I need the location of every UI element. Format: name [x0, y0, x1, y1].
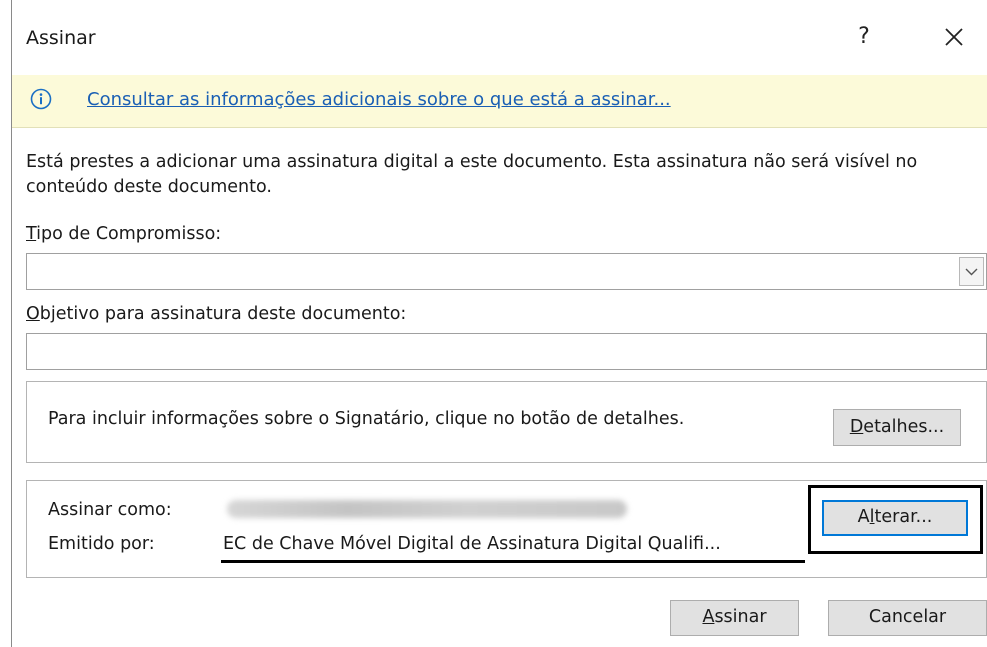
intro-text: Está prestes a adicionar uma assinatura … — [26, 152, 918, 197]
commitment-type-select[interactable] — [26, 253, 987, 290]
close-icon — [945, 28, 963, 46]
chevron-down-icon — [965, 268, 978, 276]
sign-as-label: Assinar como: — [48, 500, 172, 520]
issued-by-value: EC de Chave Móvel Digital de Assinatura … — [223, 534, 721, 554]
info-icon — [30, 88, 52, 110]
info-bar: Consultar as informações adicionais sobr… — [12, 75, 987, 128]
close-button[interactable] — [934, 17, 974, 57]
change-label-pre: A — [857, 507, 870, 527]
commitment-type-label-text: ipo de Compromisso: — [36, 224, 222, 244]
sign-button[interactable]: Assinar — [670, 600, 799, 636]
commitment-type-accel: T — [26, 224, 37, 244]
purpose-label: Objetivo para assinatura deste documento… — [26, 304, 406, 324]
title-bar: Assinar ? — [12, 0, 987, 75]
change-label-rest: terar... — [874, 507, 933, 527]
help-button[interactable]: ? — [844, 19, 884, 55]
dropdown-arrow-button[interactable] — [959, 257, 984, 286]
details-button[interactable]: Detalhes... — [833, 409, 961, 446]
details-accel: D — [849, 417, 864, 437]
details-label: etalhes... — [863, 417, 945, 437]
cancel-button[interactable]: Cancelar — [828, 600, 987, 636]
dialog-title: Assinar — [26, 27, 96, 49]
issued-by-label: Emitido por: — [48, 534, 155, 554]
issuer-underline-annotation — [221, 560, 805, 563]
purpose-label-text: bjetivo para assinatura deste documento: — [39, 304, 407, 324]
signer-info-text: Para incluir informações sobre o Signatá… — [48, 409, 685, 429]
sign-accel: A — [702, 607, 715, 627]
commitment-type-label: Tipo de Compromisso: — [26, 224, 221, 244]
sign-dialog: Assinar ? Consultar as informações adici… — [11, 0, 987, 647]
purpose-accel: O — [26, 304, 40, 324]
sign-label: ssinar — [714, 607, 767, 627]
change-button[interactable]: Alterar... — [822, 500, 968, 536]
purpose-input[interactable] — [26, 333, 987, 370]
signer-info-group: Para incluir informações sobre o Signatá… — [26, 381, 987, 463]
signer-name-redacted — [227, 500, 627, 518]
additional-info-link[interactable]: Consultar as informações adicionais sobr… — [87, 89, 671, 110]
